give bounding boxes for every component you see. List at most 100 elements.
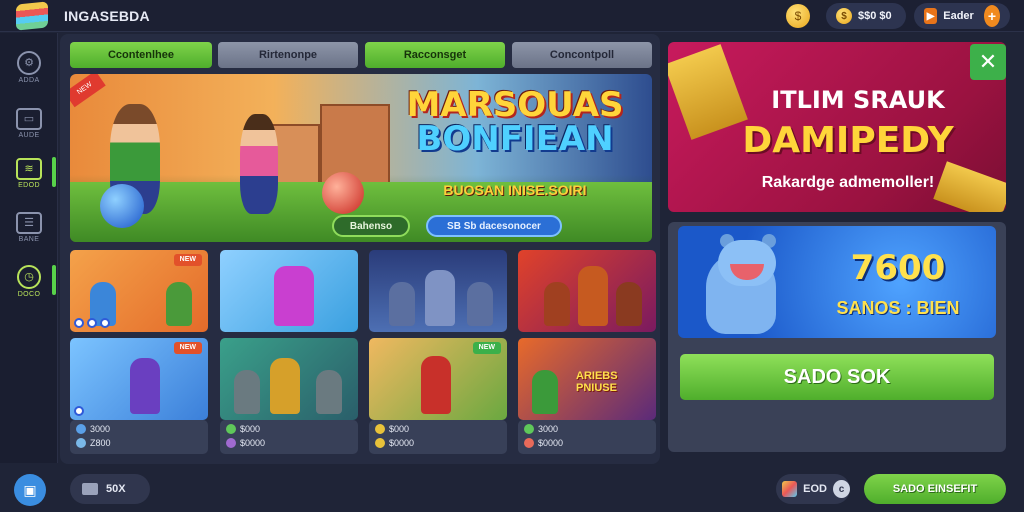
gem-icon xyxy=(524,438,534,448)
coin-icon xyxy=(375,424,385,434)
sidebar-item-label: DOCO xyxy=(17,290,41,298)
new-tag: NEW xyxy=(173,342,202,354)
character-art xyxy=(578,266,608,326)
inventory-value: 50X xyxy=(106,483,126,495)
status-value: EOD xyxy=(803,483,827,495)
game-card[interactable] xyxy=(369,250,507,332)
stat-line: $000 xyxy=(240,424,261,434)
reward-panel: 7600 SANOS : BIEN xyxy=(668,222,1006,452)
promo-line2: DAMIPEDY xyxy=(742,120,954,161)
coins-value: $$0 $0 xyxy=(858,10,892,22)
character-art xyxy=(467,282,493,326)
character-art xyxy=(425,270,455,326)
coin-icon[interactable]: $ xyxy=(786,4,810,28)
wallet-icon xyxy=(82,483,98,495)
sidebar-item-label: EDOD xyxy=(18,181,40,189)
promo-line1: ITLIM SRAUK xyxy=(771,86,945,114)
new-tag: NEW xyxy=(173,254,202,266)
app-logo-icon xyxy=(16,1,48,31)
coin-icon xyxy=(226,424,236,434)
play-button[interactable]: Bahenso xyxy=(332,215,410,237)
game-card[interactable]: ARIEBS PNIUSE xyxy=(518,338,656,420)
tab-2[interactable]: Rirtenonpe xyxy=(218,42,358,68)
stack-icon: ≋ xyxy=(16,157,42,180)
sidebar-item-3[interactable]: ≋ EDOD xyxy=(0,147,58,199)
tab-1[interactable]: Ccontenlhee xyxy=(70,42,212,68)
promo-line3: Rakardge admemoller! xyxy=(761,174,935,191)
gem-icon xyxy=(226,438,236,448)
coin-icon xyxy=(76,424,86,434)
game-card[interactable] xyxy=(518,250,656,332)
coin-icon xyxy=(524,424,534,434)
character-art xyxy=(389,282,415,326)
inventory-pill[interactable]: 50X xyxy=(70,474,150,504)
featured-banner[interactable]: NEW MARSOUAS BONFIEAN BUOSAN INISE.SOIRI… xyxy=(70,74,652,242)
coin-icon: $ xyxy=(836,8,852,24)
badge-icons xyxy=(74,406,84,416)
stat-line: 3000 xyxy=(90,424,111,434)
tab-4[interactable]: Concontpoll xyxy=(512,42,652,68)
gift-icon: ▶ xyxy=(924,8,938,24)
sidebar-item-5[interactable]: ◷ DOCO xyxy=(0,255,58,307)
reward-code: SANOS : BIEN xyxy=(836,298,960,318)
reward-hero: 7600 SANOS : BIEN xyxy=(678,226,996,338)
reward-amount: 7600 xyxy=(850,248,946,288)
main-panel: Ccontenlhee Rirtenonpe Racconsget Concon… xyxy=(60,34,660,464)
character-art xyxy=(421,356,451,414)
rewards-pill[interactable]: ▶ Eader + xyxy=(914,3,1010,29)
status-pill[interactable]: EOD c xyxy=(776,474,850,504)
stat-line: $0000 xyxy=(538,438,564,448)
join-button[interactable]: SB Sb dacesonocer xyxy=(426,215,562,237)
game-card[interactable] xyxy=(220,250,358,332)
tab-3[interactable]: Racconsget xyxy=(365,42,505,68)
stat-line: $000 xyxy=(389,424,410,434)
game-card[interactable]: NEW xyxy=(70,338,208,420)
sidebar-item-4[interactable]: ☰ BANE xyxy=(0,201,58,253)
box-icon: ▭ xyxy=(16,107,42,130)
close-button[interactable]: ✕ xyxy=(970,44,1006,80)
game-card[interactable]: NEW xyxy=(70,250,208,332)
stat-box: $000 $0000 xyxy=(220,420,358,454)
stat-box: 3000 Z800 xyxy=(70,420,208,454)
character-art xyxy=(166,282,192,326)
banner-title: MARSOUAS BONFIEAN xyxy=(390,88,640,156)
sidebar-item-1[interactable]: ⚙ ADDA xyxy=(0,41,58,93)
chat-button[interactable]: ▣ xyxy=(14,474,46,506)
gem-icon xyxy=(76,438,86,448)
badge-icons xyxy=(74,318,110,328)
sidebar-item-label: ADDA xyxy=(18,76,40,84)
character-art xyxy=(316,370,342,414)
sidebar-item-2[interactable]: ▭ AUDE xyxy=(0,97,58,149)
sidebar-item-label: AUDE xyxy=(18,131,40,139)
add-currency-button[interactable]: + xyxy=(983,5,1000,27)
coins-pill[interactable]: $ $$0 $0 xyxy=(826,3,906,29)
ball-art xyxy=(100,184,144,228)
gear-icon: ⚙ xyxy=(17,50,41,75)
stat-box: 3000 $0000 xyxy=(518,420,656,454)
character-art xyxy=(532,370,558,414)
top-bar: INGASEBDA $ $ $$0 $0 ▶ Eader + xyxy=(0,0,1024,32)
game-card[interactable] xyxy=(220,338,358,420)
cube-icon xyxy=(782,481,798,497)
claim-button[interactable]: SADO SOK xyxy=(680,354,994,400)
stat-line: $0000 xyxy=(240,438,266,448)
character-art xyxy=(130,358,160,414)
app-title: INGASEBDA xyxy=(64,8,150,24)
action-button[interactable]: SADO EINSEFIT xyxy=(864,474,1006,504)
new-tag: NEW xyxy=(472,342,501,354)
promo-banner[interactable]: ITLIM SRAUK DAMIPEDY Rakardge admemoller… xyxy=(668,42,1006,212)
info-icon[interactable]: c xyxy=(832,480,850,498)
character-art xyxy=(616,282,642,326)
character-art xyxy=(234,370,260,414)
rewards-label: Eader xyxy=(943,10,974,22)
banner-subtitle: BUOSAN INISE.SOIRI xyxy=(443,182,587,198)
banner-title-line1: MARSOUAS xyxy=(406,85,624,125)
sidebar-item-label: BANE xyxy=(18,235,40,243)
building-art xyxy=(320,104,390,184)
sidebar: ⚙ ADDA ▭ AUDE ≋ EDOD ☰ BANE ◷ DOCO xyxy=(0,33,58,463)
game-card[interactable]: NEW xyxy=(369,338,507,420)
stat-box: $000 $0000 xyxy=(369,420,507,454)
gem-icon xyxy=(375,438,385,448)
card-caption: ARIEBS PNIUSE xyxy=(576,370,618,394)
character-art xyxy=(270,358,300,414)
